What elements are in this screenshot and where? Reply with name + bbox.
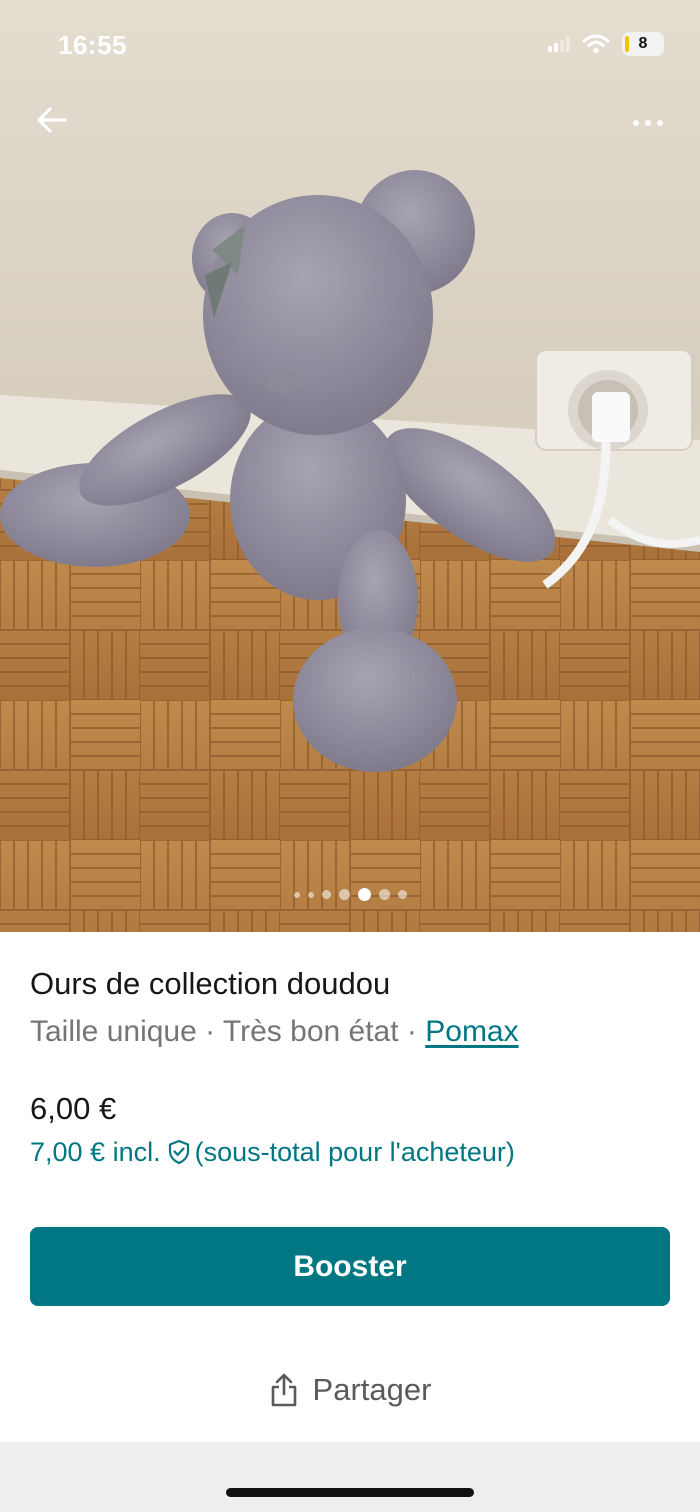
pager-dot[interactable] <box>338 889 350 900</box>
meta-separator: · <box>398 1015 426 1048</box>
signal-icon <box>548 36 570 52</box>
meta-separator: · <box>196 1015 223 1048</box>
item-photo <box>0 0 700 932</box>
brand-link[interactable]: Pomax <box>425 1015 518 1048</box>
shield-check-icon <box>168 1139 189 1165</box>
item-size: Taille unique <box>30 1015 197 1048</box>
pager-dot[interactable] <box>307 891 314 898</box>
pager-dot-active[interactable] <box>357 888 371 901</box>
arrow-left-icon <box>37 107 67 133</box>
status-icons: 8 <box>548 32 664 56</box>
status-time: 16:55 <box>58 30 127 60</box>
more-horizontal-icon <box>633 120 639 126</box>
item-photo-carousel[interactable]: 16:55 8 <box>0 0 700 932</box>
pager-dot[interactable] <box>378 889 390 900</box>
item-meta: Taille unique · Très bon état · Pomax <box>30 1008 670 1056</box>
item-price: 6,00 € <box>30 1091 117 1126</box>
bottom-section-divider <box>0 1442 700 1512</box>
wifi-icon <box>582 34 610 54</box>
share-button[interactable]: Partager <box>0 1360 700 1420</box>
share-icon <box>271 1373 296 1407</box>
pager-dot[interactable] <box>293 891 300 898</box>
buyer-total[interactable]: 7,00 € incl. (sous-total pour l'acheteur… <box>30 1130 515 1174</box>
battery-level: 8 <box>638 35 648 52</box>
photo-pagination[interactable] <box>0 888 700 901</box>
battery-icon: 8 <box>622 32 664 56</box>
pager-dot[interactable] <box>321 890 331 899</box>
item-details: Ours de collection doudou Taille unique … <box>30 962 670 1056</box>
more-options-button[interactable] <box>624 108 672 138</box>
item-title: Ours de collection doudou <box>30 966 391 1001</box>
share-label: Partager <box>312 1372 432 1407</box>
buyer-total-prefix: 7,00 € incl. <box>30 1137 161 1167</box>
pager-dot[interactable] <box>397 890 407 899</box>
item-condition: Très bon état <box>222 1015 399 1048</box>
back-button[interactable] <box>32 100 72 140</box>
home-indicator <box>226 1488 474 1497</box>
booster-button[interactable]: Booster <box>30 1227 670 1306</box>
status-bar: 16:55 8 <box>0 0 700 90</box>
buyer-total-suffix: (sous-total pour l'acheteur) <box>194 1137 515 1167</box>
